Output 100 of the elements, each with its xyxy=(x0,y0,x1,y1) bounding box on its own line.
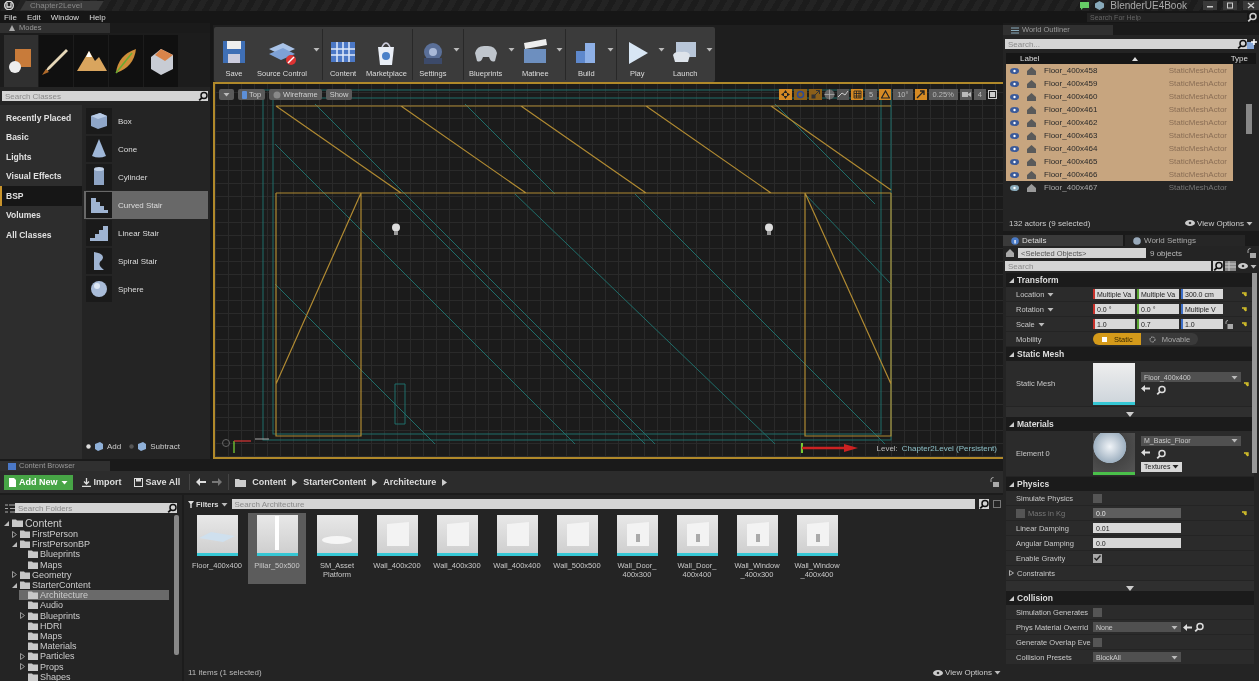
place-item[interactable]: Spiral Stair xyxy=(84,247,208,275)
chevron-icon[interactable] xyxy=(292,478,298,486)
search-icon[interactable] xyxy=(1156,385,1166,395)
lock-icon[interactable] xyxy=(990,477,999,487)
place-item[interactable]: Cone xyxy=(84,135,208,163)
add-actor-icon[interactable] xyxy=(1247,39,1257,49)
mode-tab[interactable] xyxy=(144,35,178,87)
folder-item[interactable]: Maps xyxy=(19,630,169,642)
search-field[interactable]: Search xyxy=(1005,261,1211,271)
view-options-button[interactable]: View Options xyxy=(1185,218,1253,228)
folder-item[interactable]: Architecture xyxy=(19,590,169,601)
snap-toggle[interactable] xyxy=(879,89,892,100)
place-item[interactable]: Curved Stair xyxy=(84,191,208,219)
expanded-arrow-icon[interactable] xyxy=(11,540,18,548)
mode-tab[interactable] xyxy=(74,35,108,87)
search-icon[interactable] xyxy=(1247,12,1257,22)
reset-arrow-icon[interactable] xyxy=(1242,306,1248,312)
collapsed-arrow-icon[interactable] xyxy=(19,663,26,671)
breadcrumb-link[interactable]: StarterContent xyxy=(303,477,367,487)
mode-tab[interactable] xyxy=(4,35,38,87)
search-icon[interactable] xyxy=(1213,261,1223,271)
lock-icon[interactable] xyxy=(1225,319,1233,329)
globe-icon[interactable] xyxy=(824,89,836,100)
breadcrumb-link[interactable]: Content xyxy=(252,477,287,487)
category-item[interactable]: All Classes xyxy=(0,225,82,245)
folder-item[interactable]: HDRI xyxy=(19,620,169,631)
transform-tool-button[interactable] xyxy=(809,89,823,100)
scrollbar[interactable] xyxy=(1246,104,1252,134)
save-search-icon[interactable] xyxy=(993,500,1001,508)
category-item[interactable]: BSP xyxy=(0,186,82,206)
reset-arrow-icon[interactable] xyxy=(1244,380,1250,387)
category-item[interactable]: Recently Placed xyxy=(0,108,82,128)
mode-tab[interactable] xyxy=(109,35,143,87)
folder-item[interactable]: FirstPerson xyxy=(11,529,169,540)
chevron-icon[interactable] xyxy=(372,478,378,486)
asset-search-field[interactable]: Search Architecture xyxy=(231,499,975,509)
folder-item[interactable]: Maps xyxy=(19,559,169,570)
expanded-arrow-icon[interactable] xyxy=(3,519,10,527)
transform-tool-button[interactable] xyxy=(794,89,808,100)
viewport-menu-button[interactable] xyxy=(219,89,234,100)
place-item[interactable]: Box xyxy=(84,107,208,135)
folder-search-field[interactable]: Search Folders xyxy=(15,503,167,513)
chevron-icon[interactable] xyxy=(442,478,448,486)
place-item[interactable]: Linear Stair xyxy=(84,219,208,247)
checkbox[interactable] xyxy=(1093,493,1102,503)
folder-item[interactable]: Blueprints xyxy=(19,549,169,560)
category-item[interactable]: Volumes xyxy=(0,205,82,225)
import-button[interactable]: Import xyxy=(78,477,125,487)
collapsed-arrow-icon[interactable] xyxy=(11,571,18,579)
panel-tab[interactable]: Details xyxy=(1003,235,1123,246)
scrollbar[interactable] xyxy=(174,515,179,655)
menu-item[interactable]: File xyxy=(4,12,17,22)
snap-toggle[interactable] xyxy=(914,89,927,100)
menu-item[interactable]: Help xyxy=(89,12,106,22)
category-item[interactable]: Basic xyxy=(0,127,82,147)
menu-item[interactable]: Window xyxy=(50,12,80,22)
category-item[interactable]: Lights xyxy=(0,147,82,167)
maximize-icon[interactable] xyxy=(1223,1,1237,10)
collapsed-arrow-icon[interactable] xyxy=(19,612,26,620)
brush-option[interactable]: Add xyxy=(86,441,122,451)
search-icon[interactable] xyxy=(167,503,177,513)
snap-toggle[interactable] xyxy=(851,89,864,100)
folder-item[interactable]: Particles xyxy=(19,651,169,662)
folder-item[interactable]: StarterContent xyxy=(11,579,169,591)
search-icon[interactable] xyxy=(1156,448,1166,459)
section-header[interactable]: Static Mesh xyxy=(1006,347,1254,361)
checkbox[interactable] xyxy=(1093,637,1102,647)
tree-toggle-icon[interactable] xyxy=(5,503,15,513)
close-icon[interactable] xyxy=(1243,1,1259,10)
camera-icon[interactable] xyxy=(959,89,972,100)
reset-arrow-icon[interactable] xyxy=(1242,321,1248,327)
search-field[interactable]: Search... xyxy=(1005,39,1237,49)
panel-tab[interactable]: World Settings xyxy=(1125,235,1245,246)
search-icon[interactable] xyxy=(198,91,208,101)
section-header[interactable]: Materials xyxy=(1006,417,1254,431)
collapsed-arrow-icon[interactable] xyxy=(19,652,26,660)
lock-icon[interactable] xyxy=(1247,248,1256,258)
eye-icon[interactable] xyxy=(1238,263,1248,269)
folder-item[interactable]: Blueprints xyxy=(19,610,169,621)
checkbox[interactable] xyxy=(1093,553,1102,563)
collapsed-arrow-icon[interactable] xyxy=(11,530,18,538)
scrollbar[interactable] xyxy=(1252,273,1257,473)
reset-arrow-icon[interactable] xyxy=(1244,450,1250,457)
folder-item[interactable]: Audio xyxy=(19,600,169,611)
surface-snap-icon[interactable] xyxy=(837,89,850,100)
section-header[interactable]: Collision xyxy=(1006,591,1254,605)
maximize-icon[interactable] xyxy=(988,90,997,99)
section-header[interactable]: Transform xyxy=(1006,273,1254,287)
search-field[interactable]: Search Classes xyxy=(2,91,198,101)
place-item[interactable]: Sphere xyxy=(84,275,208,303)
left-arrow-icon[interactable] xyxy=(1141,448,1150,456)
folder-item[interactable]: Materials xyxy=(19,641,169,652)
brush-option[interactable]: Subtract xyxy=(129,441,181,451)
breadcrumb-link[interactable]: Architecture xyxy=(383,477,437,487)
back-arrow-icon[interactable] xyxy=(196,478,207,486)
folder-item[interactable]: Content xyxy=(3,517,169,529)
column-header[interactable]: Type xyxy=(1230,54,1248,63)
view-options-button[interactable]: View Options xyxy=(933,668,1001,677)
save-all-button[interactable]: Save All xyxy=(130,477,184,487)
reset-arrow-icon[interactable] xyxy=(1242,291,1248,297)
